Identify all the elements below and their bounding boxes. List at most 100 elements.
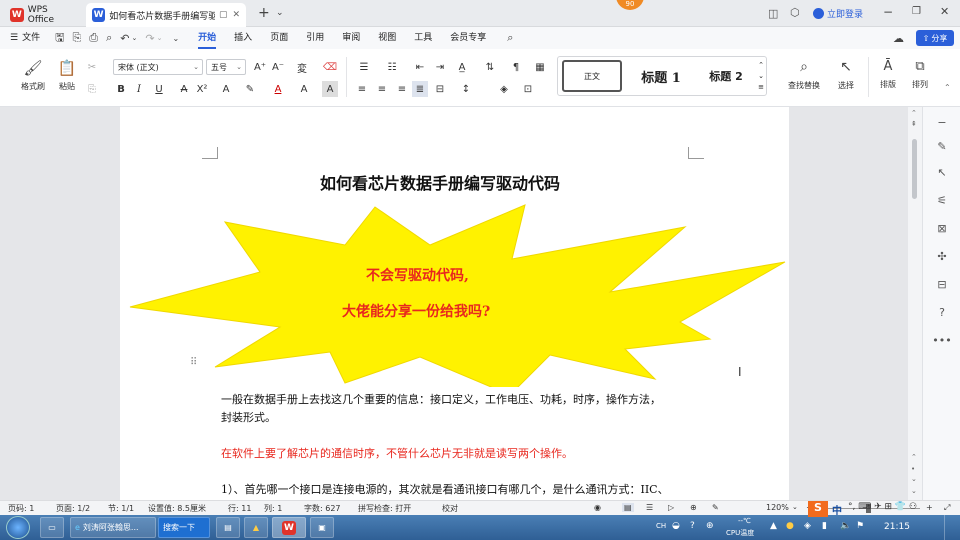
pen-icon[interactable]: ✎ [923,137,960,155]
paragraph-1-line-1[interactable]: 一般在数据手册上去找这几个重要的信息：接口定义，工作电压、功耗，时序，操作方法， [221,391,661,407]
char-shading-icon[interactable]: A [322,81,338,97]
vertical-scrollbar[interactable]: ⌃ ⇞ ⌃ • ⌄ ⌄ [908,107,922,500]
increase-indent-icon[interactable]: ⇥ [432,59,448,75]
notification-badge[interactable]: 90 [616,0,644,10]
more-icon[interactable]: ••• [923,331,960,349]
line-spacing-icon[interactable]: ↕ [458,81,474,97]
bold-icon[interactable]: B [113,81,129,97]
zoom-in-icon[interactable]: + [926,503,933,512]
select-browse-object-icon[interactable]: • [911,465,915,473]
tray-help-icon[interactable]: ? [690,521,695,531]
show-marks-icon[interactable]: ¶ [508,59,524,75]
tab-home[interactable]: 开始 [189,27,225,49]
window-layout-icon[interactable]: ◫ [768,7,778,20]
taskbar-wps-icon[interactable]: W [272,517,306,538]
login-button[interactable]: 立即登录 [813,7,863,20]
collapse-panel-icon[interactable]: − [923,113,960,131]
tab-page[interactable]: 页面 [261,27,297,49]
print-icon[interactable]: ⎙ [89,31,98,45]
flag-icon[interactable]: ⚑ [856,521,864,531]
scroll-down-icon[interactable]: ⌄ [911,487,917,495]
status-page-num[interactable]: 页码: 1 [8,503,34,514]
save-icon[interactable]: 🖫 [55,29,64,48]
next-page-icon[interactable]: ⌄ [911,475,917,483]
prev-page-icon[interactable]: ⌃ [911,453,917,461]
status-setting[interactable]: 设置值: 8.5厘米 [148,503,206,514]
tray-ch-icon[interactable]: CH [656,522,666,530]
justify-icon[interactable]: ≣ [412,81,428,97]
style-expand-icon[interactable]: ≡ [758,83,764,91]
undo-icon[interactable]: ↶ [120,32,129,45]
prev-page-icon[interactable]: ⇞ [911,120,917,128]
strikethrough-icon[interactable]: A [176,81,192,97]
scroll-up-icon[interactable]: ⌃ [911,109,917,117]
superscript-icon[interactable]: X² [194,81,210,97]
cube-icon[interactable]: ⬡ [790,6,800,19]
font-size-select[interactable]: 五号 ⌄ [206,59,246,75]
status-row[interactable]: 行: 11 [228,503,251,514]
tray-icon-2[interactable]: ⊕ [706,521,714,531]
paste-button[interactable]: 📋 粘贴 [52,59,82,92]
tray-icon-4[interactable]: ● [786,521,794,531]
status-col[interactable]: 列: 1 [264,503,282,514]
volume-icon[interactable]: 🔈 [840,521,851,531]
document-canvas[interactable]: 如何看芯片数据手册编写驱动代码 不会写驱动代码, 大佬能分享一份给我吗? ⠿ 一… [0,107,908,500]
close-window-button[interactable]: ✕ [940,5,949,18]
burst-text-line2[interactable]: 大佬能分享一份给我吗? [342,301,490,321]
select-button[interactable]: ↖ 选择 [830,59,862,91]
tab-insert[interactable]: 插入 [225,27,261,49]
taskbar-search-button[interactable]: 搜索一下 [158,517,210,538]
taskbar-notes-icon[interactable]: ▤ [216,517,240,538]
eye-icon[interactable]: ◉ [594,503,601,512]
page-view-icon[interactable]: ▤ [622,503,634,512]
layout-button[interactable]: Ā 排版 [874,59,902,90]
taskbar-explorer-icon[interactable]: ▣ [310,517,334,538]
clock[interactable]: 21:15 [884,522,910,532]
asian-layout-icon[interactable]: A̲ [454,59,470,75]
zoom-dropdown-icon[interactable]: ⌄ [792,503,798,511]
decrease-indent-icon[interactable]: ⇤ [412,59,428,75]
phonetic-guide-icon[interactable]: 変 [294,59,310,75]
arrange-button[interactable]: ⧉ 排列 [906,59,934,90]
redo-icon[interactable]: ↷ [145,32,154,45]
font-color-icon[interactable]: A [270,81,286,97]
shading-icon[interactable]: ◈ [496,81,512,97]
write-view-icon[interactable]: ✎ [712,503,719,512]
ime-mode[interactable]: 中 [832,502,842,517]
shrink-font-icon[interactable]: A⁻ [270,59,286,75]
tab-view[interactable]: 视图 [369,27,405,49]
sort-icon[interactable]: ⇅ [482,59,498,75]
select-arrow-icon[interactable]: ↖ [923,163,960,181]
font-name-select[interactable]: 宋体 (正文) ⌄ [113,59,203,75]
close-tab-icon[interactable]: ✕ [232,10,240,20]
tab-review[interactable]: 审阅 [333,27,369,49]
tray-icon-5[interactable]: ◈ [804,521,811,531]
tray-icon-1[interactable]: ◒ [672,521,680,531]
clear-format-icon[interactable]: ⌫ [322,59,338,75]
redo-dropdown-icon[interactable]: ⌄ [157,34,163,42]
highlight-icon[interactable]: ✎ [242,81,258,97]
format-painter-button[interactable]: 🖌 格式刷 [18,59,48,92]
taskbar-ie-item[interactable]: e 刘涛阿张翰思... [70,517,156,538]
tools-icon[interactable]: ✣ [923,247,960,265]
new-tab-button[interactable]: + [258,5,270,21]
status-words[interactable]: 字数: 627 [304,503,341,514]
tab-document[interactable]: W 如何看芯片数据手册编写驱动 ▢ ✕ [86,3,246,27]
document-page[interactable]: 如何看芯片数据手册编写驱动代码 不会写驱动代码, 大佬能分享一份给我吗? ⠿ 一… [120,107,789,500]
zoom-level[interactable]: 120% [766,503,789,512]
file-menu[interactable]: ☰ 文件 [0,27,49,49]
start-button[interactable] [6,516,30,539]
paragraph-2[interactable]: 在软件上要了解芯片的通信时序，不管什么芯片无非就是读写两个操作。 [221,445,573,461]
tab-wps-office[interactable]: W WPS Office [4,3,82,27]
ime-toolbar-icons[interactable]: °, ⌨ ✈ ⊞ 👕 ⚇ [848,502,917,512]
style-normal[interactable]: 正文 [562,60,622,92]
distribute-icon[interactable]: ⊟ [432,81,448,97]
align-left-icon[interactable]: ≡ [354,81,370,97]
book-icon[interactable]: ⊟ [923,275,960,293]
scroll-thumb[interactable] [912,139,917,199]
share-button[interactable]: ⇧ 分享 [916,30,954,46]
search-icon[interactable]: ⌕ [507,31,513,45]
cloud-icon[interactable]: ☁ [893,32,904,45]
drag-handle-icon[interactable]: ⠿ [190,357,197,368]
play-icon[interactable]: ▷ [668,503,674,512]
